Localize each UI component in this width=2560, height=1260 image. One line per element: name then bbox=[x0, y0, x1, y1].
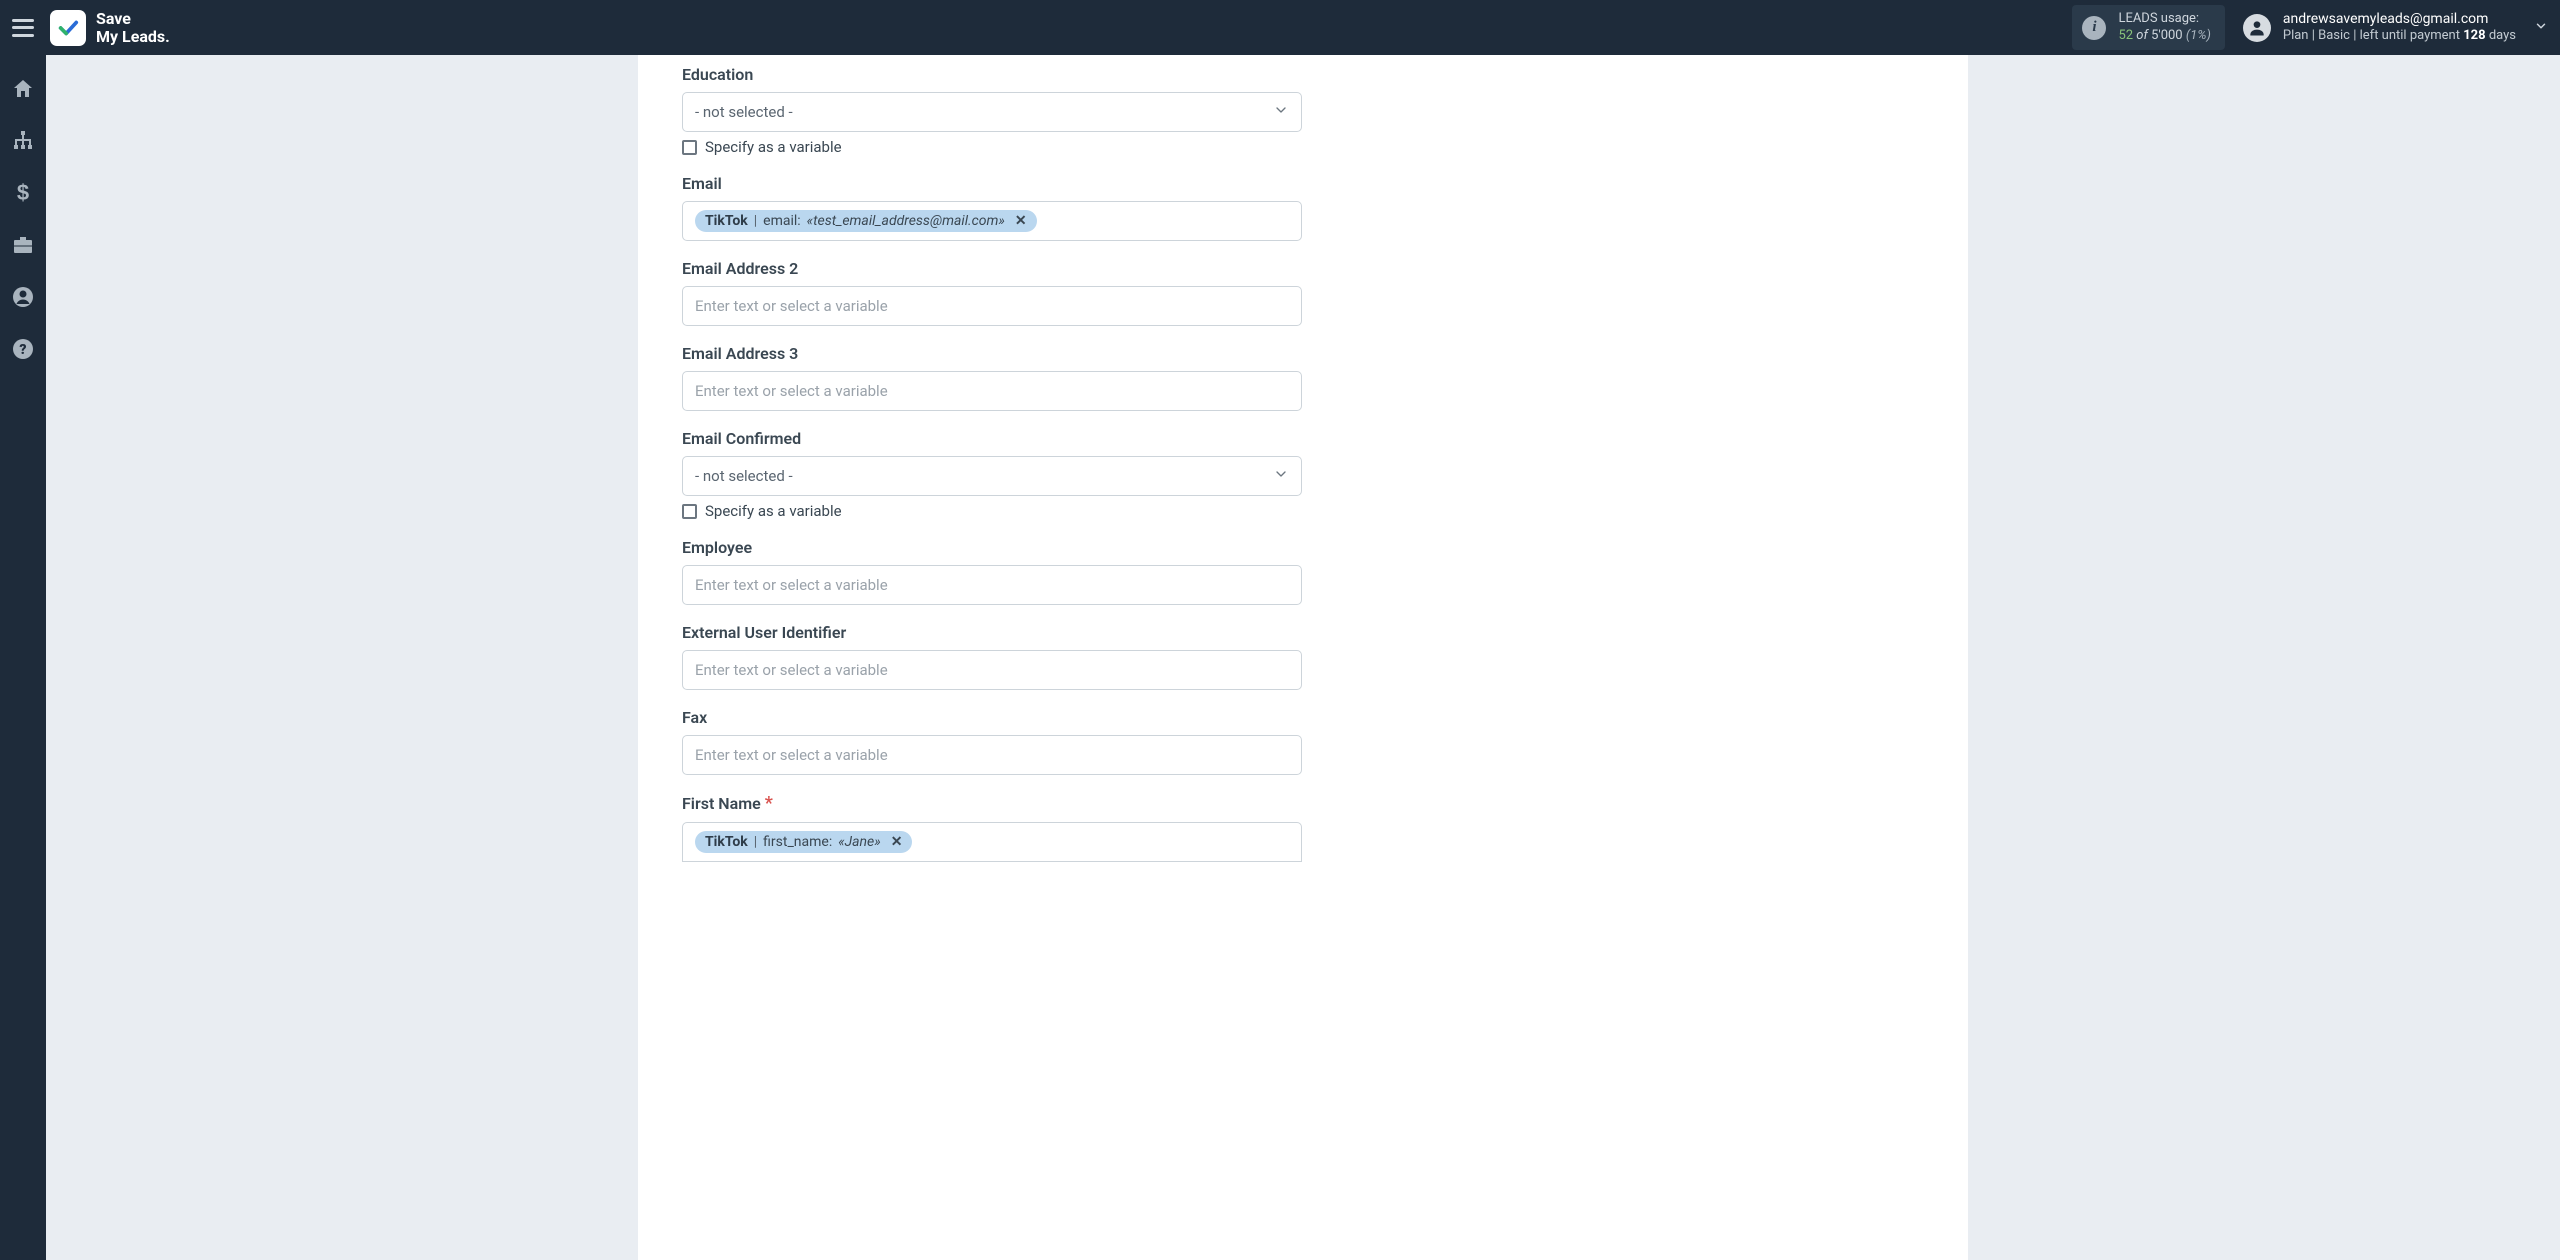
user-avatar-icon bbox=[2243, 14, 2271, 42]
logo-text: Save My Leads. bbox=[96, 10, 170, 45]
field-education: Education - not selected - Specify as a … bbox=[682, 65, 1924, 156]
billing-icon[interactable]: $ bbox=[11, 181, 35, 205]
tag-value: «test_email_address@mail.com» bbox=[807, 213, 1005, 229]
plan-days: 128 bbox=[2463, 28, 2485, 43]
education-selected-value: - not selected - bbox=[695, 103, 793, 121]
field-email-2: Email Address 2 Enter text or select a v… bbox=[682, 259, 1924, 326]
label-external-user-id: External User Identifier bbox=[682, 623, 1924, 642]
label-email-confirmed: Email Confirmed bbox=[682, 429, 1924, 448]
info-icon: i bbox=[2082, 16, 2106, 40]
specify-variable-label: Specify as a variable bbox=[705, 138, 842, 156]
tag-field: first_name: bbox=[763, 834, 832, 850]
label-email-2: Email Address 2 bbox=[682, 259, 1924, 278]
usage-of: of bbox=[2136, 28, 2148, 43]
education-specify-variable[interactable]: Specify as a variable bbox=[682, 138, 1924, 156]
field-email-confirmed: Email Confirmed - not selected - Specify… bbox=[682, 429, 1924, 520]
plan-name: Basic bbox=[2318, 28, 2350, 43]
placeholder-text: Enter text or select a variable bbox=[695, 576, 888, 594]
usage-total: 5'000 bbox=[2151, 28, 2183, 43]
label-email: Email bbox=[682, 174, 1924, 193]
email-input[interactable]: TikTok | email: «test_email_address@mail… bbox=[682, 201, 1302, 241]
specify-variable-label: Specify as a variable bbox=[705, 502, 842, 520]
connections-icon[interactable] bbox=[11, 129, 35, 153]
email-confirmed-specify-variable[interactable]: Specify as a variable bbox=[682, 502, 1924, 520]
usage-label: LEADS usage: bbox=[2118, 11, 2210, 27]
label-fax: Fax bbox=[682, 708, 1924, 727]
plan-prefix: Plan | bbox=[2283, 28, 2315, 43]
logo-line-2: My Leads. bbox=[96, 28, 170, 46]
tag-field: email: bbox=[763, 213, 801, 229]
menu-toggle-button[interactable] bbox=[12, 19, 34, 37]
checkbox-icon[interactable] bbox=[682, 504, 697, 519]
first-name-input[interactable]: TikTok | first_name: «Jane» ✕ bbox=[682, 822, 1302, 862]
placeholder-text: Enter text or select a variable bbox=[695, 382, 888, 400]
label-employee: Employee bbox=[682, 538, 1924, 557]
placeholder-text: Enter text or select a variable bbox=[695, 297, 888, 315]
tag-value: «Jane» bbox=[838, 834, 880, 850]
svg-text:?: ? bbox=[19, 342, 26, 358]
chevron-down-icon bbox=[1273, 466, 1289, 486]
remove-tag-icon[interactable]: ✕ bbox=[1015, 213, 1027, 229]
external-user-id-input[interactable]: Enter text or select a variable bbox=[682, 650, 1302, 690]
placeholder-text: Enter text or select a variable bbox=[695, 746, 888, 764]
app-logo[interactable]: Save My Leads. bbox=[50, 10, 170, 46]
remove-tag-icon[interactable]: ✕ bbox=[891, 834, 903, 850]
home-icon[interactable] bbox=[11, 77, 35, 101]
field-email-3: Email Address 3 Enter text or select a v… bbox=[682, 344, 1924, 411]
logo-line-1: Save bbox=[96, 10, 170, 28]
plan-days-word: days bbox=[2489, 28, 2516, 43]
account-menu[interactable]: andrewsavemyleads@gmail.com Plan | Basic… bbox=[2243, 11, 2548, 45]
field-fax: Fax Enter text or select a variable bbox=[682, 708, 1924, 775]
account-info: andrewsavemyleads@gmail.com Plan | Basic… bbox=[2283, 11, 2516, 45]
chevron-down-icon bbox=[1273, 102, 1289, 122]
field-employee: Employee Enter text or select a variable bbox=[682, 538, 1924, 605]
checkbox-icon[interactable] bbox=[682, 140, 697, 155]
fax-input[interactable]: Enter text or select a variable bbox=[682, 735, 1302, 775]
help-icon[interactable]: ? bbox=[11, 337, 35, 361]
label-first-name: First Name bbox=[682, 794, 761, 813]
checkmark-icon bbox=[50, 10, 86, 46]
placeholder-text: Enter text or select a variable bbox=[695, 661, 888, 679]
first-name-variable-tag[interactable]: TikTok | first_name: «Jane» ✕ bbox=[695, 831, 912, 853]
email3-input[interactable]: Enter text or select a variable bbox=[682, 371, 1302, 411]
email2-input[interactable]: Enter text or select a variable bbox=[682, 286, 1302, 326]
leads-usage-box[interactable]: i LEADS usage: 52 of 5'000 (1%) bbox=[2072, 5, 2224, 50]
chevron-down-icon[interactable] bbox=[2534, 19, 2548, 37]
email-confirmed-selected-value: - not selected - bbox=[695, 467, 793, 485]
email-variable-tag[interactable]: TikTok | email: «test_email_address@mail… bbox=[695, 210, 1037, 232]
form-panel: Education - not selected - Specify as a … bbox=[638, 55, 1968, 1260]
svg-text:$: $ bbox=[17, 181, 29, 205]
user-icon[interactable] bbox=[11, 285, 35, 309]
label-email-3: Email Address 3 bbox=[682, 344, 1924, 363]
tag-source: TikTok bbox=[705, 834, 748, 850]
sidebar-nav: $ ? bbox=[0, 55, 46, 1260]
tag-source: TikTok bbox=[705, 213, 748, 229]
required-indicator: * bbox=[765, 793, 773, 814]
account-email: andrewsavemyleads@gmail.com bbox=[2283, 11, 2516, 29]
field-first-name: First Name * TikTok | first_name: «Jane»… bbox=[682, 793, 1924, 862]
plan-suffix: | left until payment bbox=[2353, 28, 2460, 43]
field-external-user-id: External User Identifier Enter text or s… bbox=[682, 623, 1924, 690]
email-confirmed-select[interactable]: - not selected - bbox=[682, 456, 1302, 496]
field-email: Email TikTok | email: «test_email_addres… bbox=[682, 174, 1924, 241]
leads-usage-text: LEADS usage: 52 of 5'000 (1%) bbox=[2118, 11, 2210, 44]
briefcase-icon[interactable] bbox=[11, 233, 35, 257]
employee-input[interactable]: Enter text or select a variable bbox=[682, 565, 1302, 605]
label-education: Education bbox=[682, 65, 1924, 84]
usage-percent: (1%) bbox=[2186, 28, 2211, 43]
usage-current: 52 bbox=[2118, 28, 2133, 43]
top-bar: Save My Leads. i LEADS usage: 52 of 5'00… bbox=[0, 0, 2560, 55]
education-select[interactable]: - not selected - bbox=[682, 92, 1302, 132]
